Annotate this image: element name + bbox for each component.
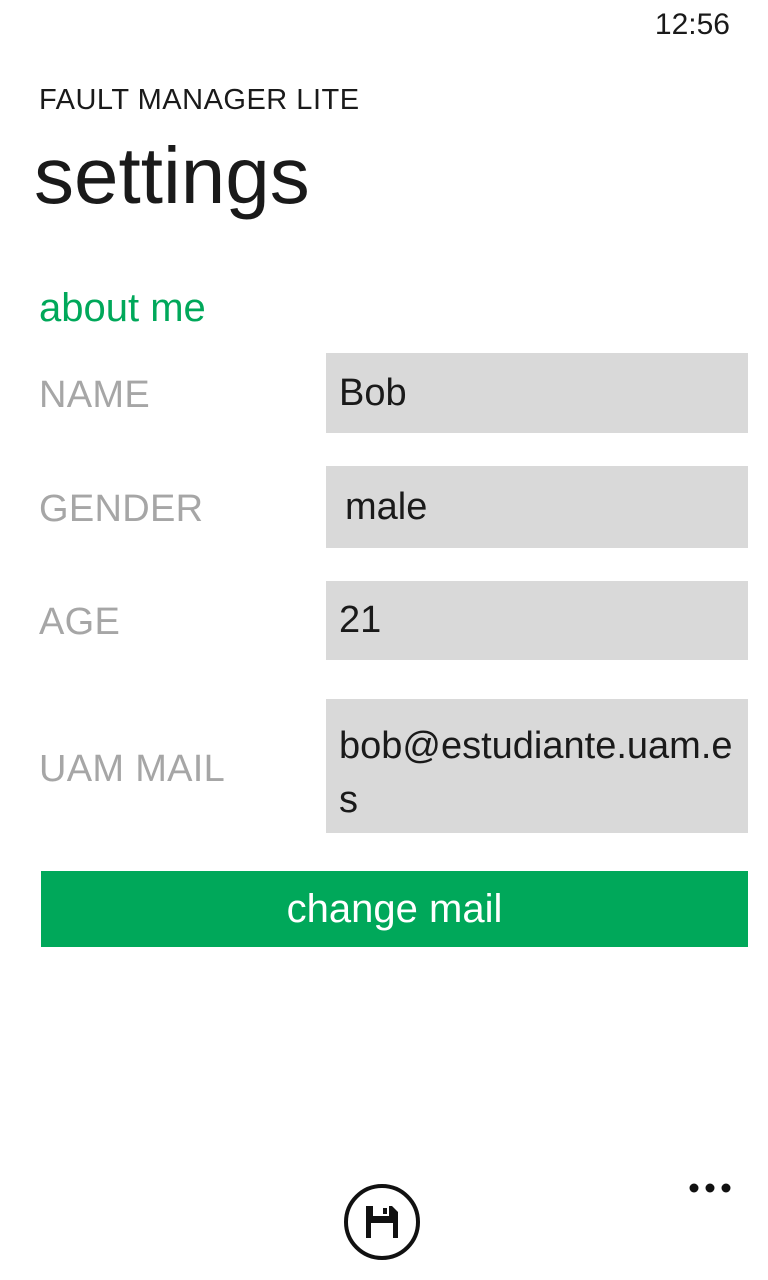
more-icon bbox=[688, 1182, 732, 1194]
age-label: AGE bbox=[39, 601, 121, 643]
save-button[interactable] bbox=[344, 1184, 420, 1260]
change-mail-button[interactable]: change mail bbox=[41, 871, 748, 947]
more-button[interactable] bbox=[682, 1168, 738, 1208]
app-title: FAULT MANAGER LITE bbox=[39, 84, 360, 116]
save-icon bbox=[362, 1202, 402, 1242]
page-title: settings bbox=[34, 131, 310, 220]
gender-select[interactable]: male bbox=[326, 466, 748, 548]
section-header-about-me: about me bbox=[39, 286, 206, 330]
name-field[interactable]: Bob bbox=[326, 353, 748, 433]
uam-mail-label: UAM MAIL bbox=[39, 748, 226, 790]
gender-label: GENDER bbox=[39, 488, 204, 530]
uam-mail-field[interactable]: bob@estudiante.uam.es bbox=[326, 699, 748, 833]
status-time: 12:56 bbox=[654, 8, 730, 41]
age-field[interactable]: 21 bbox=[326, 581, 748, 660]
name-label: NAME bbox=[39, 374, 150, 416]
